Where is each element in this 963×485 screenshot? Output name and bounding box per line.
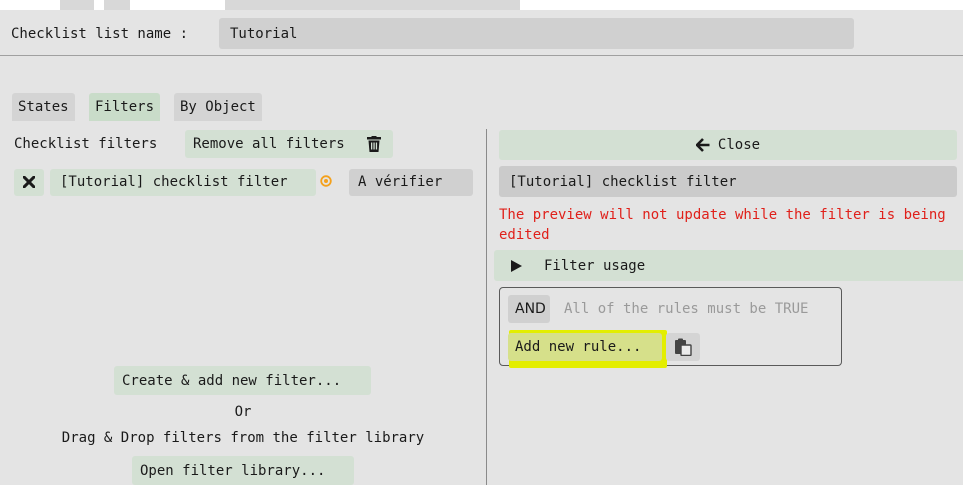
tab-by-object[interactable]: By Object <box>174 93 262 121</box>
remove-all-filters-button[interactable]: Remove all filters <box>185 130 393 158</box>
filter-name-field[interactable]: [Tutorial] checklist filter <box>499 166 957 197</box>
filter-item[interactable]: [Tutorial] checklist filter <box>50 169 316 196</box>
triangle-right-icon <box>511 260 522 272</box>
top-cut-button[interactable] <box>60 0 94 10</box>
and-operator-label: AND <box>515 301 546 317</box>
preview-warning: The preview will not update while the fi… <box>499 207 946 243</box>
trash-icon <box>367 136 381 152</box>
list-name-label: Checklist list name : <box>11 26 189 42</box>
panel-divider <box>486 129 487 485</box>
checklist-filters-label: Checklist filters <box>14 136 158 152</box>
tab-filters[interactable]: Filters <box>89 93 161 121</box>
x-icon <box>23 176 35 188</box>
clipboard-icon <box>675 338 692 356</box>
remove-all-filters-label: Remove all filters <box>193 136 345 152</box>
open-filter-library-button[interactable]: Open filter library... <box>132 456 354 485</box>
filter-state-label: A vérifier <box>358 174 443 190</box>
close-button[interactable]: Close <box>499 130 957 160</box>
filter-usage-label: Filter usage <box>544 258 646 274</box>
close-label: Close <box>717 137 761 153</box>
and-description: All of the rules must be TRUE <box>564 301 809 317</box>
or-label: Or <box>234 404 252 420</box>
drag-drop-hint: Drag & Drop filters from the filter libr… <box>61 430 425 446</box>
top-cut-field[interactable] <box>225 0 520 10</box>
create-add-filter-label: Create & add new filter... <box>122 373 342 389</box>
create-add-filter-button[interactable]: Create & add new filter... <box>114 366 371 395</box>
add-new-rule-button[interactable]: Add new rule... <box>508 333 662 361</box>
filter-name-value: [Tutorial] checklist filter <box>509 174 737 190</box>
remove-filter-button[interactable] <box>14 169 44 196</box>
header-divider <box>0 55 963 56</box>
arrow-left-icon <box>695 138 710 152</box>
open-filter-library-label: Open filter library... <box>140 463 326 479</box>
add-new-rule-label: Add new rule... <box>515 339 642 355</box>
filter-item-name: [Tutorial] checklist filter <box>60 174 288 190</box>
tab-states[interactable]: States <box>12 93 75 121</box>
paste-rule-button[interactable] <box>666 333 700 361</box>
filter-state-button[interactable]: A vérifier <box>349 169 473 196</box>
top-cut-button[interactable] <box>104 0 130 10</box>
filter-usage-toggle[interactable]: Filter usage <box>494 250 963 281</box>
list-name-input[interactable]: Tutorial <box>219 18 854 49</box>
and-operator-button[interactable]: AND <box>508 295 550 323</box>
top-strip <box>0 0 963 10</box>
list-name-value: Tutorial <box>230 26 298 42</box>
circle-dot-icon <box>320 175 332 187</box>
